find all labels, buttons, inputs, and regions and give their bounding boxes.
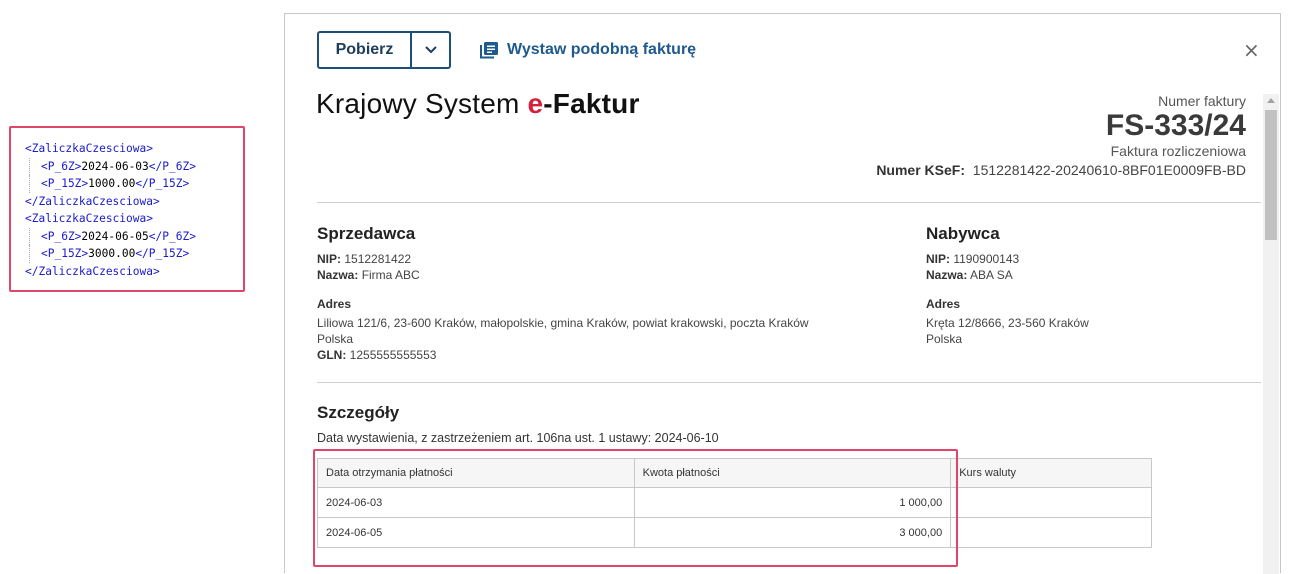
- seller-name-label: Nazwa:: [317, 268, 359, 282]
- xml-tag: </P_15Z>: [135, 177, 190, 190]
- buyer-nip-label: NIP:: [926, 252, 950, 266]
- buyer-address-line2: Polska: [926, 332, 963, 346]
- toolbar: Pobierz Wystaw podobną fakturę: [317, 30, 696, 70]
- xml-line: <P_6Z>2024-06-03</P_6Z>: [25, 157, 243, 176]
- ksef-label: Numer KSeF:: [876, 162, 965, 178]
- xml-tag: </ZaliczkaCzesciowa>: [25, 264, 160, 278]
- scrollbar[interactable]: [1263, 94, 1279, 574]
- buyer-name-row: Nazwa: ABA SA: [926, 267, 1013, 283]
- xml-tag: </P_6Z>: [148, 159, 196, 173]
- similar-invoice-link[interactable]: Wystaw podobną fakturę: [479, 41, 696, 59]
- ksef-logo: Krajowy System e-Faktur: [316, 88, 640, 120]
- payment-amount-cell: 3 000,00: [633, 517, 952, 548]
- seller-address-title: Adres: [317, 296, 351, 312]
- xml-value: 3000.00: [88, 247, 136, 260]
- close-icon[interactable]: ×: [1243, 40, 1260, 60]
- seller-nip-row: NIP: 1512281422: [317, 251, 411, 267]
- ksef-number: 1512281422-20240610-8BF01E0009FB-BD: [972, 162, 1246, 178]
- buyer-name-label: Nazwa:: [926, 268, 968, 282]
- xml-tag: <ZaliczkaCzesciowa>: [25, 142, 153, 155]
- seller-gln-label: GLN:: [317, 348, 347, 362]
- xml-line: <P_6Z>2024-06-05</P_6Z>: [25, 227, 243, 246]
- buyer-nip-row: NIP: 1190900143: [926, 251, 1019, 267]
- similar-invoice-label: Wystaw podobną fakturę: [507, 41, 697, 58]
- payment-amount-cell: 1 000,00: [633, 487, 952, 518]
- copy-document-icon: [480, 42, 498, 59]
- issue-date: 2024-06-10: [654, 431, 719, 445]
- ksef-number-row: Numer KSeF: 1512281422-20240610-8BF01E00…: [876, 162, 1246, 178]
- seller-address-line1: Liliowa 121/6, 23-600 Kraków, małopolski…: [317, 316, 809, 330]
- payment-date-cell: 2024-06-03: [317, 487, 635, 518]
- xml-line: <P_15Z>3000.00</P_15Z>: [25, 245, 243, 263]
- column-header: Data otrzymania płatności: [317, 458, 635, 488]
- column-header: Kwota płatności: [633, 458, 952, 488]
- xml-value: 2024-06-05: [81, 229, 149, 243]
- buyer-address-line1: Kręta 12/8666, 23-560 Kraków: [926, 316, 1089, 330]
- xml-tag: </P_6Z>: [148, 229, 196, 243]
- scrollbar-thumb[interactable]: [1265, 110, 1277, 240]
- logo-text-bold: -Faktur: [543, 88, 640, 119]
- table-header-row: Data otrzymania płatności Kwota płatnośc…: [317, 458, 1152, 488]
- payments-table: Data otrzymania płatności Kwota płatnośc…: [317, 458, 1152, 548]
- xml-snippet: <ZaliczkaCzesciowa> <P_6Z>2024-06-03</P_…: [9, 126, 245, 292]
- invoice-preview-panel: Pobierz Wystaw podobną fakturę × Krajowy…: [284, 13, 1281, 574]
- table-row: 2024-06-03 1 000,00: [317, 487, 1152, 518]
- xml-value: 1000.00: [88, 177, 136, 190]
- seller-title: Sprzedawca: [317, 224, 416, 243]
- divider: [317, 202, 1261, 203]
- seller-nip-label: NIP:: [317, 252, 341, 266]
- logo-accent: e: [527, 88, 544, 119]
- seller-name: Firma ABC: [361, 268, 420, 282]
- seller-nip: 1512281422: [344, 252, 412, 266]
- seller-name-row: Nazwa: Firma ABC: [317, 267, 420, 283]
- buyer-title: Nabywca: [926, 224, 1000, 243]
- xml-tag: <ZaliczkaCzesciowa>: [25, 212, 153, 225]
- xml-tag: </P_15Z>: [135, 247, 190, 260]
- xml-tag: <P_6Z>: [41, 229, 82, 243]
- invoice-header: Numer faktury FS-333/24 Faktura rozlicze…: [876, 93, 1246, 178]
- xml-line: <ZaliczkaCzesciowa>: [25, 140, 243, 158]
- buyer-nip: 1190900143: [953, 252, 1020, 266]
- xml-tag: </ZaliczkaCzesciowa>: [25, 194, 160, 208]
- exchange-rate-cell: [950, 517, 1152, 548]
- xml-value: 2024-06-03: [81, 159, 149, 173]
- divider: [317, 382, 1261, 383]
- xml-line: <P_15Z>1000.00</P_15Z>: [25, 175, 243, 193]
- seller-gln-row: GLN: 1255555555553: [317, 347, 436, 363]
- xml-line: <ZaliczkaCzesciowa>: [25, 210, 243, 228]
- xml-tag: <P_15Z>: [41, 177, 89, 190]
- issue-date-label: Data wystawienia, z zastrzeżeniem art. 1…: [317, 431, 652, 445]
- logo-text: Krajowy System: [316, 88, 528, 119]
- issue-date-row: Data wystawienia, z zastrzeżeniem art. 1…: [317, 431, 719, 445]
- scroll-up-arrow-icon[interactable]: [1267, 98, 1275, 103]
- xml-tag: <P_15Z>: [41, 247, 89, 260]
- seller-address-label: Adres: [317, 297, 352, 311]
- details-title: Szczegóły: [317, 403, 400, 422]
- xml-line: </ZaliczkaCzesciowa>: [25, 193, 243, 211]
- xml-line: </ZaliczkaCzesciowa>: [25, 263, 243, 281]
- invoice-type: Faktura rozliczeniowa: [1110, 143, 1246, 159]
- invoice-number: FS-333/24: [1105, 109, 1246, 142]
- chevron-down-icon: [424, 46, 437, 54]
- xml-tag: <P_6Z>: [41, 159, 82, 173]
- buyer-address-title: Adres: [926, 296, 960, 312]
- column-header: Kurs waluty: [950, 458, 1152, 488]
- invoice-number-label: Numer faktury: [1158, 93, 1246, 109]
- download-split-button: Pobierz: [317, 31, 451, 69]
- buyer-name: ABA SA: [970, 268, 1013, 282]
- seller-gln: 1255555555553: [349, 348, 437, 362]
- download-dropdown-button[interactable]: [412, 33, 449, 67]
- download-button[interactable]: Pobierz: [319, 33, 412, 67]
- table-row: 2024-06-05 3 000,00: [317, 517, 1152, 548]
- payment-date-cell: 2024-06-05: [317, 517, 635, 548]
- exchange-rate-cell: [950, 487, 1152, 518]
- buyer-address-label: Adres: [926, 297, 961, 311]
- seller-address-line2: Polska: [317, 332, 354, 346]
